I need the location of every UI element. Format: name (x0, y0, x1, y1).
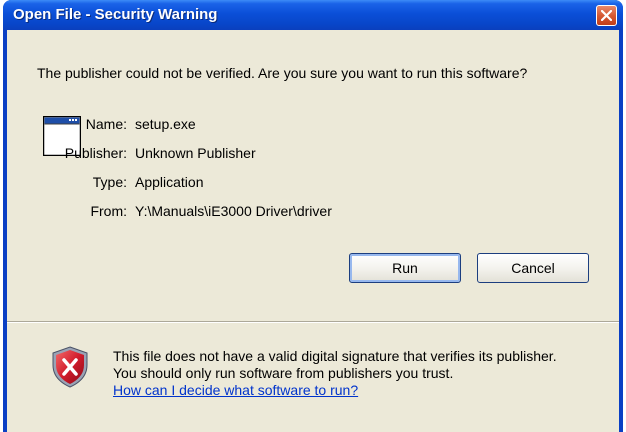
signature-warning-text: This file does not have a valid digital … (113, 348, 557, 381)
security-warning-dialog: Open File - Security Warning The publish… (3, 0, 623, 432)
dialog-body: The publisher could not be verified. Are… (7, 30, 619, 432)
cancel-button[interactable]: Cancel (477, 253, 589, 283)
from-label: From: (90, 203, 127, 219)
type-value: Application (135, 174, 204, 190)
title-bar[interactable]: Open File - Security Warning (3, 0, 623, 30)
name-label: Name: (85, 116, 127, 132)
from-value: Y:\Manuals\iE3000 Driver\driver (135, 203, 332, 219)
type-label: Type: (92, 174, 127, 190)
publisher-label: Publisher: (64, 145, 127, 161)
window-title: Open File - Security Warning (13, 6, 218, 23)
name-value: setup.exe (135, 116, 196, 132)
help-link[interactable]: How can I decide what software to run? (113, 382, 358, 398)
security-shield-icon (52, 346, 88, 388)
run-button[interactable]: Run (349, 253, 461, 283)
close-icon (601, 10, 612, 21)
close-button[interactable] (596, 5, 617, 26)
publisher-value: Unknown Publisher (135, 145, 256, 161)
section-divider (7, 321, 619, 323)
verification-message: The publisher could not be verified. Are… (37, 65, 528, 81)
